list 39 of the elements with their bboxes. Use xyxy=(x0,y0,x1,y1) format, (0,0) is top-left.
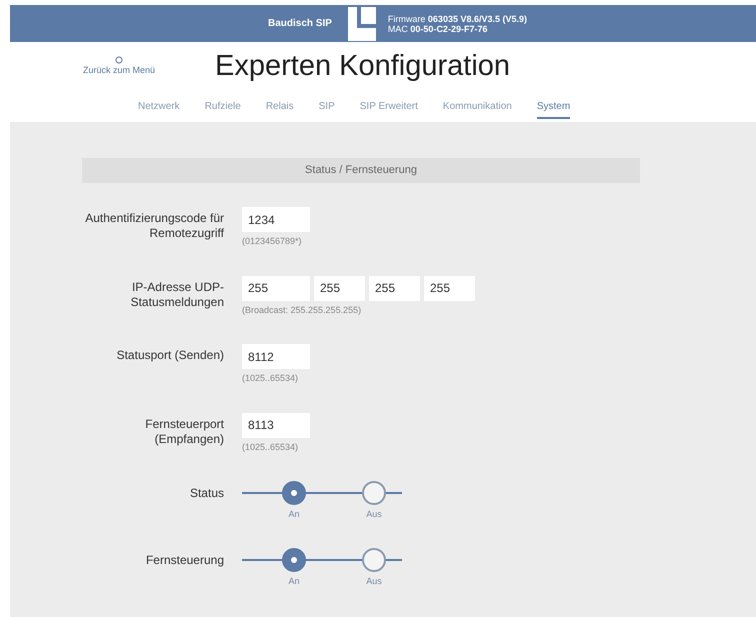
radio-label: An xyxy=(288,575,300,588)
input-field[interactable]: 1234 xyxy=(242,207,310,232)
field-label: Status xyxy=(188,485,225,502)
nav-tab[interactable]: Netzwerk xyxy=(138,96,180,118)
input-field[interactable]: 8112 xyxy=(242,344,310,369)
field-label: Statusport (Senden) xyxy=(116,347,225,363)
nav-tab[interactable]: Relais xyxy=(266,96,294,118)
page-title: Experten Konfiguration xyxy=(215,49,510,84)
field-label: IP-Adresse UDP-Statusmeldungen xyxy=(130,278,225,310)
nav-tab[interactable]: Rufziele xyxy=(204,96,241,118)
hint-text: (0123456789*) xyxy=(242,235,303,248)
section-header: Status / Fernsteuerung xyxy=(82,158,640,183)
radio-label: Aus xyxy=(366,575,382,588)
radio-button[interactable] xyxy=(282,548,306,572)
radio-button[interactable] xyxy=(362,481,386,505)
radio-label: Aus xyxy=(366,508,382,521)
input-field[interactable]: 8113 xyxy=(242,412,310,438)
field-label: Authentifizierungscode für Remotezugriff xyxy=(84,210,225,241)
product-name: Baudisch SIP xyxy=(268,17,332,31)
mac-text: MAC 00-50-C2-29-F7-76 xyxy=(388,24,488,34)
hint-text: (1025..65534) xyxy=(242,372,300,385)
input-field[interactable]: 255 xyxy=(242,276,310,300)
hint-text: (1025..65534) xyxy=(242,440,300,454)
input-field[interactable]: 255 xyxy=(424,276,475,300)
nav-tab[interactable]: Kommunikation xyxy=(442,96,512,118)
hint-text: (Broadcast: 255.255.255.255) xyxy=(242,304,362,317)
radio-button[interactable] xyxy=(282,481,306,505)
back-link[interactable]: Zurück zum Menü xyxy=(78,56,160,78)
nav-tab[interactable]: SIP Erweitert xyxy=(360,96,418,118)
input-field[interactable]: 255 xyxy=(369,276,420,300)
circle-icon xyxy=(115,56,123,64)
nav-tab[interactable]: System xyxy=(536,96,570,118)
radio-button[interactable] xyxy=(362,548,386,572)
field-label: Fernsteuerport (Empfangen) xyxy=(144,416,225,446)
radio-label: An xyxy=(288,508,300,521)
firmware-text: Firmware 063035 V8.6/V3.5 (V5.9) xyxy=(388,14,527,24)
field-label: Fernsteuerung xyxy=(144,552,225,569)
nav-tab[interactable]: SIP xyxy=(318,96,335,118)
input-field[interactable]: 255 xyxy=(314,276,365,300)
